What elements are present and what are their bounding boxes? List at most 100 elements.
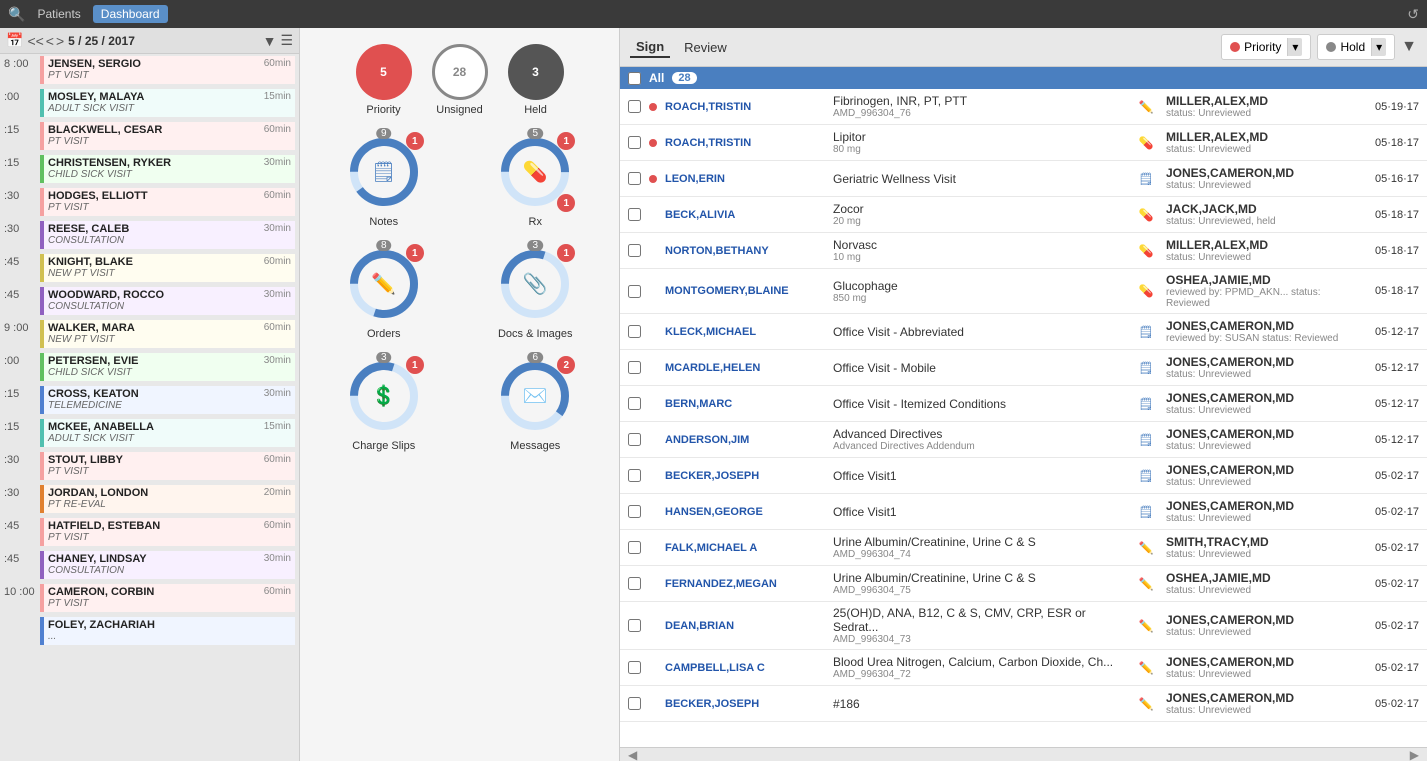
- select-all-checkbox[interactable]: [628, 72, 641, 85]
- circle-orders[interactable]: 8 ✏️ 1 Orders: [344, 244, 424, 340]
- appointment-card[interactable]: 60min HATFIELD, ESTEBAN PT VISIT: [40, 518, 295, 546]
- row-checkbox[interactable]: [628, 244, 641, 257]
- row-checkbox[interactable]: [628, 397, 641, 410]
- appointment-card[interactable]: 20min JORDAN, LONDON PT RE-EVAL: [40, 485, 295, 513]
- patient-name-cell[interactable]: BERN,MARC: [665, 398, 825, 410]
- patient-name-cell[interactable]: CAMPBELL,LISA C: [665, 662, 825, 674]
- prev-prev-arrow[interactable]: <<: [27, 33, 43, 49]
- scroll-right-arrow[interactable]: ▶: [1410, 748, 1419, 761]
- doc-icon-cell[interactable]: 💊: [1134, 136, 1158, 150]
- schedule-filter-icon[interactable]: ▼: [263, 33, 277, 49]
- doc-icon-cell[interactable]: ✏️: [1134, 100, 1158, 114]
- appointment-card[interactable]: 15min MOSLEY, MALAYA ADULT SICK VISIT: [40, 89, 295, 117]
- held-badge[interactable]: 3 Held: [508, 44, 564, 116]
- doc-icon-cell[interactable]: 💊: [1134, 244, 1158, 258]
- doc-icon-cell[interactable]: 🗒: [1134, 505, 1158, 519]
- doc-icon-cell[interactable]: ✏️: [1134, 541, 1158, 555]
- row-checkbox[interactable]: [628, 100, 641, 113]
- review-button[interactable]: Review: [678, 38, 733, 57]
- patient-name-cell[interactable]: FALK,MICHAEL A: [665, 542, 825, 554]
- appointment-card[interactable]: 30min PETERSEN, EVIE CHILD SICK VISIT: [40, 353, 295, 381]
- doc-icon-cell[interactable]: 🗒: [1134, 172, 1158, 186]
- appointment-card[interactable]: 30min CHRISTENSEN, RYKER CHILD SICK VISI…: [40, 155, 295, 183]
- row-checkbox[interactable]: [628, 577, 641, 590]
- patient-name-cell[interactable]: MONTGOMERY,BLAINE: [665, 285, 825, 297]
- patient-name-cell[interactable]: KLECK,MICHAEL: [665, 326, 825, 338]
- patient-name-cell[interactable]: LEON,ERIN: [665, 173, 825, 185]
- patient-name-cell[interactable]: HANSEN,GEORGE: [665, 506, 825, 518]
- appointment-card[interactable]: 30min CHANEY, LINDSAY CONSULTATION: [40, 551, 295, 579]
- row-checkbox[interactable]: [628, 172, 641, 185]
- patient-name-cell[interactable]: MCARDLE,HELEN: [665, 362, 825, 374]
- appointment-card[interactable]: 30min WOODWARD, ROCCO CONSULTATION: [40, 287, 295, 315]
- doc-icon-cell[interactable]: 🗒: [1134, 469, 1158, 483]
- row-checkbox[interactable]: [628, 285, 641, 298]
- doc-icon-cell[interactable]: 💊: [1134, 284, 1158, 298]
- appointment-card[interactable]: 15min MCKEE, ANABELLA ADULT SICK VISIT: [40, 419, 295, 447]
- next-arrow[interactable]: >: [56, 33, 64, 49]
- row-checkbox[interactable]: [628, 361, 641, 374]
- priority-badge[interactable]: 5 Priority: [356, 44, 412, 116]
- patient-name-cell[interactable]: DEAN,BRIAN: [665, 620, 825, 632]
- patient-name-cell[interactable]: ANDERSON,JIM: [665, 434, 825, 446]
- row-checkbox[interactable]: [628, 541, 641, 554]
- row-checkbox[interactable]: [628, 136, 641, 149]
- patient-name-cell[interactable]: BECK,ALIVIA: [665, 209, 825, 221]
- row-checkbox[interactable]: [628, 661, 641, 674]
- row-checkbox[interactable]: [628, 433, 641, 446]
- doc-icon-cell[interactable]: 🗒: [1134, 361, 1158, 375]
- appointment-card[interactable]: 30min REESE, CALEB CONSULTATION: [40, 221, 295, 249]
- doc-icon-cell[interactable]: ✏️: [1134, 577, 1158, 591]
- patient-name-cell[interactable]: FERNANDEZ,MEGAN: [665, 578, 825, 590]
- circle-messages[interactable]: 6 ✉️ 2 Messages: [495, 356, 575, 452]
- horizontal-scrollbar[interactable]: ◀ ▶: [620, 747, 1427, 761]
- appointment-card[interactable]: 60min CAMERON, CORBIN PT VISIT: [40, 584, 295, 612]
- row-checkbox[interactable]: [628, 619, 641, 632]
- hold-button[interactable]: Hold ▾: [1317, 34, 1395, 60]
- appointment-card[interactable]: 60min BLACKWELL, CESAR PT VISIT: [40, 122, 295, 150]
- doc-icon-cell[interactable]: 🗒: [1134, 433, 1158, 447]
- calendar-icon[interactable]: 📅: [6, 32, 23, 49]
- appointment-card[interactable]: 60min WALKER, MARA NEW PT VISIT: [40, 320, 295, 348]
- doc-icon-cell[interactable]: 🗒: [1134, 397, 1158, 411]
- doc-icon-cell[interactable]: 🗒: [1134, 325, 1158, 339]
- scroll-left-arrow[interactable]: ◀: [628, 748, 637, 761]
- doc-icon-cell[interactable]: 💊: [1134, 208, 1158, 222]
- patients-nav-btn[interactable]: Patients: [29, 5, 88, 23]
- patient-name-cell[interactable]: NORTON,BETHANY: [665, 245, 825, 257]
- row-checkbox[interactable]: [628, 208, 641, 221]
- patient-name-cell[interactable]: ROACH,TRISTIN: [665, 137, 825, 149]
- patient-name-cell[interactable]: BECKER,JOSEPH: [665, 470, 825, 482]
- row-checkbox[interactable]: [628, 697, 641, 710]
- hold-dropdown-arrow[interactable]: ▾: [1371, 38, 1386, 56]
- unsigned-count-circle: 28: [432, 44, 488, 100]
- appointment-card[interactable]: 60min HODGES, ELLIOTT PT VISIT: [40, 188, 295, 216]
- appointment-card[interactable]: FOLEY, ZACHARIAH ...: [40, 617, 295, 645]
- sign-button[interactable]: Sign: [630, 37, 670, 58]
- dashboard-nav-btn[interactable]: Dashboard: [93, 5, 168, 23]
- appointment-card[interactable]: 30min CROSS, KEATON TELEMEDICINE: [40, 386, 295, 414]
- circle-docs[interactable]: 3 📎 1 Docs & Images: [495, 244, 575, 340]
- search-icon[interactable]: 🔍: [8, 6, 25, 23]
- circle-rx[interactable]: 5 💊 11 Rx: [495, 132, 575, 228]
- row-checkbox[interactable]: [628, 325, 641, 338]
- priority-button[interactable]: Priority ▾: [1221, 34, 1311, 60]
- doc-icon-cell[interactable]: ✏️: [1134, 619, 1158, 633]
- appointment-card[interactable]: 60min JENSEN, SERGIO PT VISIT: [40, 56, 295, 84]
- doc-icon-cell[interactable]: ✏️: [1134, 697, 1158, 711]
- row-checkbox[interactable]: [628, 505, 641, 518]
- patient-name-cell[interactable]: ROACH,TRISTIN: [665, 101, 825, 113]
- row-checkbox[interactable]: [628, 469, 641, 482]
- prev-arrow[interactable]: <: [46, 33, 54, 49]
- schedule-lines-icon[interactable]: ☰: [280, 32, 293, 49]
- priority-dropdown-arrow[interactable]: ▾: [1287, 38, 1302, 56]
- appointment-card[interactable]: 60min STOUT, LIBBY PT VISIT: [40, 452, 295, 480]
- doc-icon-cell[interactable]: ✏️: [1134, 661, 1158, 675]
- table-filter-button[interactable]: ▼: [1401, 38, 1417, 56]
- unsigned-badge[interactable]: 28 Unsigned: [432, 44, 488, 116]
- circle-charge[interactable]: 3 💲 1 Charge Slips: [344, 356, 424, 452]
- refresh-btn[interactable]: ↺: [1407, 6, 1419, 23]
- appointment-card[interactable]: 60min KNIGHT, BLAKE NEW PT VISIT: [40, 254, 295, 282]
- circle-notes[interactable]: 9 🗒 1 Notes: [344, 132, 424, 228]
- patient-name-cell[interactable]: BECKER,JOSEPH: [665, 698, 825, 710]
